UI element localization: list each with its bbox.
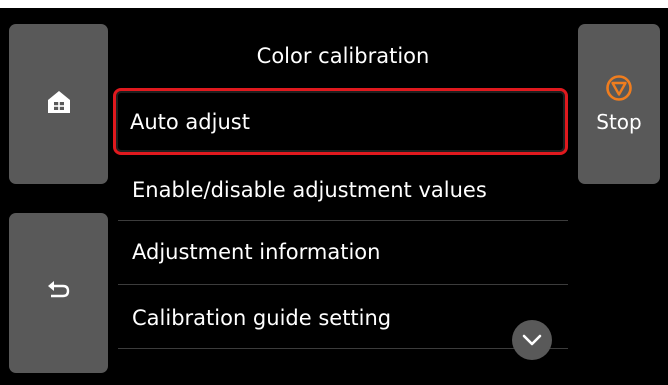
home-button[interactable] — [9, 24, 108, 184]
menu-divider — [118, 348, 568, 349]
printer-panel-screen: Stop Color calibration Auto adjust Enabl… — [0, 8, 668, 385]
menu-item-label: Calibration guide setting — [132, 306, 392, 330]
stop-button[interactable]: Stop — [578, 24, 660, 184]
menu-divider — [118, 284, 568, 285]
stop-label: Stop — [596, 110, 642, 134]
menu-item-auto-adjust[interactable]: Auto adjust — [113, 88, 568, 155]
page-title: Color calibration — [256, 44, 430, 68]
menu-item-label: Enable/disable adjustment values — [132, 178, 487, 202]
menu-divider — [118, 220, 568, 221]
menu-item-calibration-guide-setting[interactable]: Calibration guide setting — [118, 288, 568, 348]
back-button[interactable] — [9, 213, 108, 373]
menu-item-label: Adjustment information — [132, 240, 381, 264]
menu-item-adjustment-information[interactable]: Adjustment information — [118, 222, 568, 282]
menu-item-label: Auto adjust — [130, 109, 250, 134]
chevron-down-icon — [522, 331, 542, 350]
menu-item-enable-disable-adjustment-values[interactable]: Enable/disable adjustment values — [118, 160, 568, 220]
scroll-down-button[interactable] — [512, 320, 552, 360]
stop-icon — [605, 74, 633, 106]
home-icon — [46, 89, 72, 119]
return-arrow-icon — [46, 280, 72, 306]
